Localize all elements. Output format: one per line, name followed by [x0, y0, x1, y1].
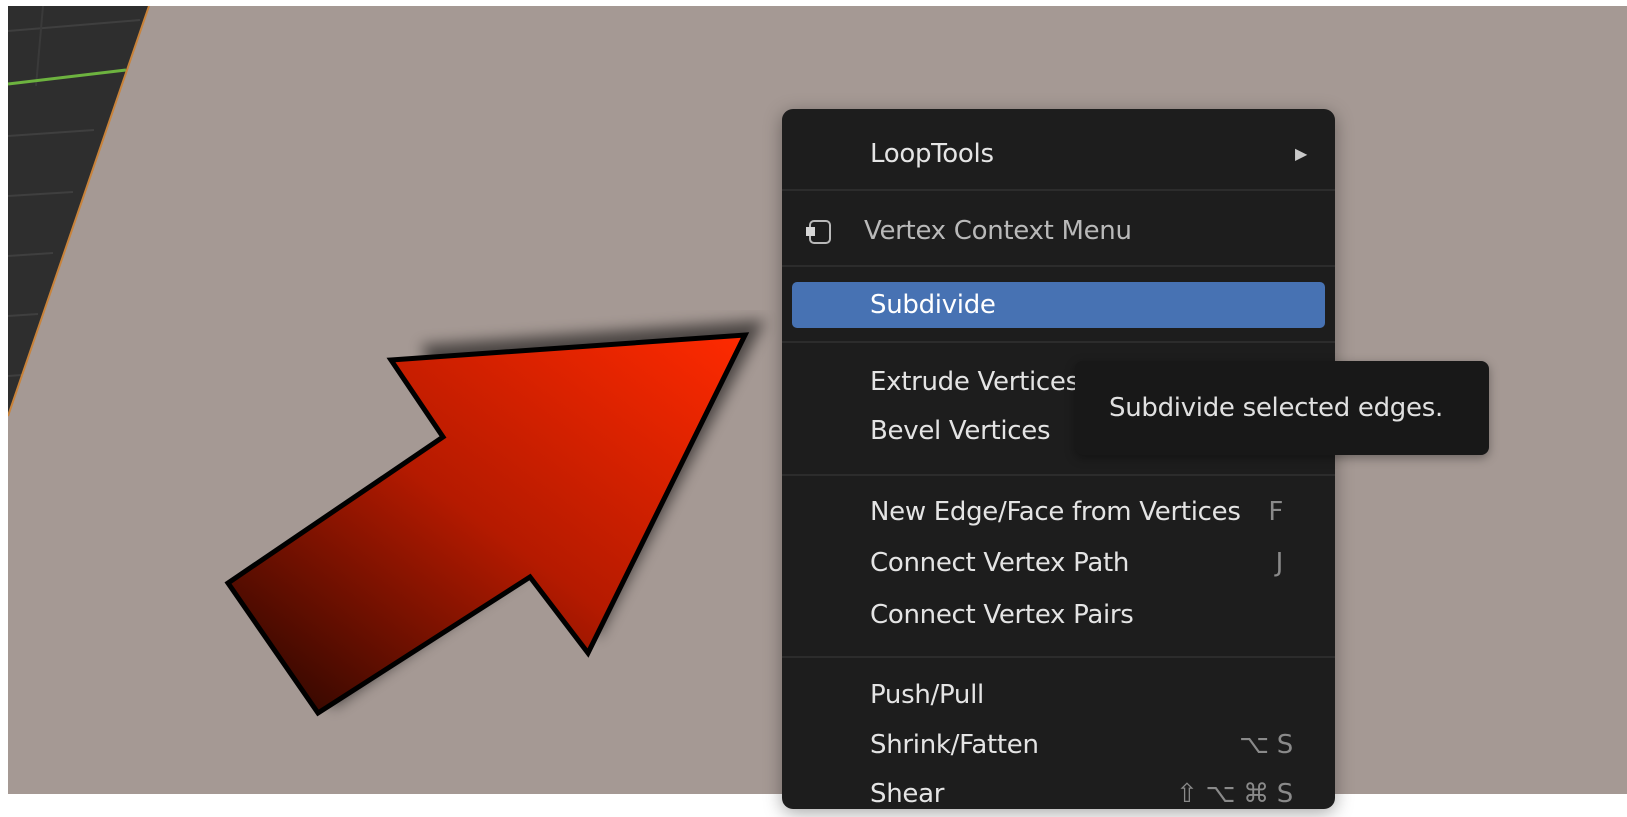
- menu-item-label: Connect Vertex Pairs: [870, 600, 1134, 630]
- menu-item-label: Push/Pull: [870, 680, 984, 710]
- menu-item-label: New Edge/Face from Vertices: [870, 497, 1241, 527]
- menu-item-shortcut: ⌥ S: [1239, 730, 1293, 760]
- menu-item-label: Bevel Vertices: [870, 416, 1051, 446]
- tooltip-text: Subdivide selected edges.: [1109, 393, 1443, 423]
- menu-title: Vertex Context Menu: [864, 216, 1132, 246]
- menu-item-subdivide[interactable]: Subdivide: [792, 282, 1325, 328]
- menu-item-label: Shrink/Fatten: [870, 730, 1039, 760]
- menu-item-label: LoopTools: [870, 139, 994, 169]
- menu-item-label: Extrude Vertices: [870, 367, 1079, 397]
- triangle-right-icon: ▶: [1294, 144, 1307, 163]
- menu-item-looptools[interactable]: LoopTools ▶: [782, 131, 1335, 177]
- menu-item-new-edge-face[interactable]: New Edge/Face from Vertices F: [782, 489, 1335, 535]
- menu-item-shortcut: J: [1275, 548, 1284, 578]
- menu-separator: [782, 265, 1335, 267]
- menu-separator: [782, 656, 1335, 658]
- viewport-grid-plane: [8, 6, 150, 417]
- menu-item-shear[interactable]: Shear ⇧ ⌥ ⌘ S: [782, 771, 1335, 817]
- menu-item-shortcut: F: [1268, 497, 1283, 527]
- menu-item-shortcut: ⇧ ⌥ ⌘ S: [1176, 779, 1293, 809]
- tooltip: Subdivide selected edges.: [1075, 361, 1489, 455]
- menu-item-connect-vertex-path[interactable]: Connect Vertex Path J: [782, 540, 1335, 586]
- menu-item-label: Connect Vertex Path: [870, 548, 1130, 578]
- menu-separator: [782, 189, 1335, 191]
- menu-header: Vertex Context Menu: [782, 208, 1335, 254]
- menu-item-label: Subdivide: [870, 290, 996, 320]
- red-arrow-icon: [224, 320, 765, 717]
- vertex-context-icon: [806, 220, 831, 244]
- menu-item-connect-vertex-pairs[interactable]: Connect Vertex Pairs: [782, 592, 1335, 638]
- menu-item-label: Shear: [870, 779, 945, 809]
- menu-separator: [782, 341, 1335, 343]
- menu-item-push-pull[interactable]: Push/Pull: [782, 672, 1335, 718]
- menu-item-shrink-fatten[interactable]: Shrink/Fatten ⌥ S: [782, 722, 1335, 768]
- vertex-context-menu: LoopTools ▶ Vertex Context Menu Subdivid…: [782, 109, 1335, 809]
- menu-separator: [782, 474, 1335, 476]
